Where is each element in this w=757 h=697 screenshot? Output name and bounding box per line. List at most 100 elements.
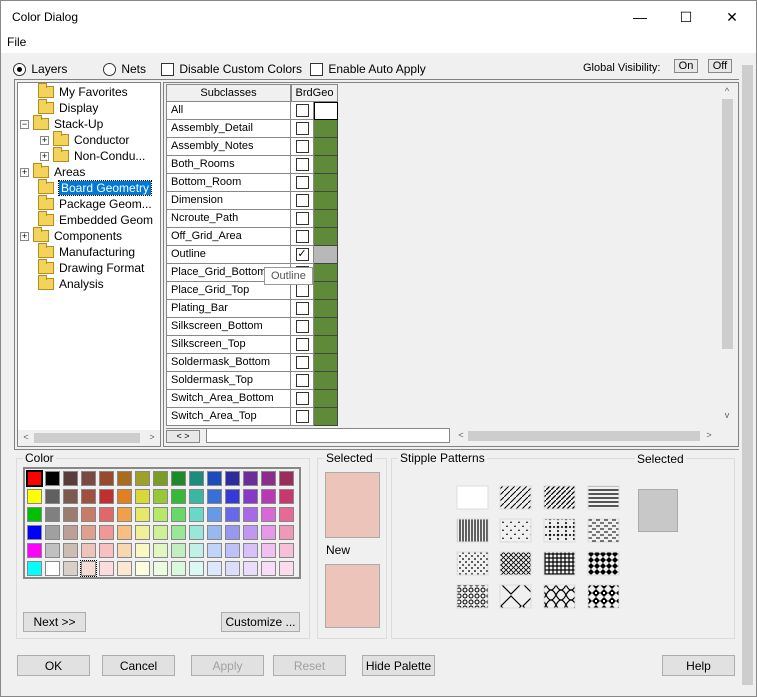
visibility-checkbox[interactable] (295, 176, 309, 189)
palette-swatch[interactable] (45, 471, 60, 486)
palette-swatch[interactable] (27, 525, 42, 540)
tree-item-stack-up[interactable]: − Stack-Up (20, 115, 103, 132)
scroll-up-icon[interactable]: ^ (722, 86, 732, 96)
next-button[interactable]: Next >> (23, 612, 86, 632)
visibility-checkbox[interactable] (295, 356, 309, 369)
subclass-name[interactable]: Off_Grid_Area (166, 228, 291, 246)
palette-swatch[interactable] (117, 561, 132, 576)
grid-vscrollbar[interactable]: ^ v (719, 84, 736, 426)
palette-swatch[interactable] (45, 543, 60, 558)
close-button[interactable]: ✕ (709, 1, 755, 33)
ok-button[interactable]: OK (17, 655, 90, 676)
grid-hscrollbar[interactable]: < > (454, 429, 718, 443)
tree-item-board-geometry[interactable]: Board Geometry (38, 179, 153, 196)
palette-swatch[interactable] (243, 471, 258, 486)
palette-swatch[interactable] (117, 507, 132, 522)
palette-swatch[interactable] (261, 507, 276, 522)
layer-color-cell[interactable] (314, 282, 338, 300)
tree-item-manufacturing[interactable]: Manufacturing (38, 243, 135, 260)
palette-swatch[interactable] (171, 561, 186, 576)
tree-item-components[interactable]: + Components (20, 227, 122, 244)
palette-swatch[interactable] (279, 507, 294, 522)
stipple-crosshatch[interactable] (499, 551, 532, 576)
tree-item-embedded-geom[interactable]: Embedded Geom (38, 211, 153, 228)
visibility-checkbox[interactable] (295, 230, 309, 243)
scroll-down-icon[interactable]: v (722, 410, 732, 420)
layer-color-cell[interactable] (314, 390, 338, 408)
palette-swatch[interactable] (189, 543, 204, 558)
palette-swatch[interactable] (207, 525, 222, 540)
subclass-name[interactable]: Silkscreen_Top (166, 336, 291, 354)
palette-swatch[interactable] (153, 525, 168, 540)
scroll-thumb[interactable] (34, 433, 140, 443)
scroll-right-icon[interactable]: > (146, 432, 158, 442)
cancel-button[interactable]: Cancel (102, 655, 175, 676)
palette-swatch[interactable] (99, 543, 114, 558)
palette-swatch[interactable] (27, 489, 42, 504)
palette-swatch[interactable] (81, 489, 96, 504)
palette-swatch[interactable] (225, 525, 240, 540)
palette-swatch[interactable] (189, 507, 204, 522)
layer-color-cell[interactable] (314, 246, 338, 264)
palette-swatch[interactable] (99, 507, 114, 522)
layer-color-cell[interactable] (314, 210, 338, 228)
visibility-checkbox[interactable] (295, 302, 309, 315)
visibility-checkbox[interactable] (295, 410, 309, 423)
palette-swatch[interactable] (135, 543, 150, 558)
visibility-checkbox[interactable] (295, 140, 309, 153)
visibility-cell[interactable] (291, 228, 314, 246)
layers-radio[interactable]: Layers (13, 62, 67, 77)
layer-color-cell[interactable] (314, 300, 338, 318)
palette-swatch[interactable] (45, 507, 60, 522)
palette-swatch[interactable] (207, 561, 222, 576)
maximize-button[interactable]: ☐ (663, 1, 709, 33)
subclass-name[interactable]: Silkscreen_Bottom (166, 318, 291, 336)
grid-header-brdgeo[interactable]: BrdGeo (291, 84, 338, 102)
stipple-triangles[interactable] (499, 518, 532, 543)
visibility-cell[interactable] (291, 174, 314, 192)
tab-nav-arrows[interactable]: < > (166, 430, 200, 443)
palette-swatch[interactable] (207, 489, 222, 504)
scroll-right-icon[interactable]: > (704, 430, 714, 440)
stipple-diag-dense[interactable] (543, 485, 576, 510)
stipple-large-diamond[interactable] (499, 584, 532, 609)
palette-swatch[interactable] (117, 543, 132, 558)
subclass-name[interactable]: Soldermask_Bottom (166, 354, 291, 372)
tree-item-conductor[interactable]: + Conductor (40, 131, 129, 148)
visibility-checkbox[interactable]: ✓ (295, 248, 309, 261)
collapse-icon[interactable]: − (20, 119, 29, 129)
palette-swatch[interactable] (189, 525, 204, 540)
hide-palette-button[interactable]: Hide Palette (362, 655, 435, 676)
stipple-mixed[interactable] (543, 518, 576, 543)
palette-swatch[interactable] (99, 489, 114, 504)
visibility-cell[interactable] (291, 354, 314, 372)
palette-swatch[interactable] (261, 561, 276, 576)
visibility-cell[interactable]: ✓ (291, 246, 314, 264)
visibility-on-button[interactable]: On (674, 59, 698, 73)
layer-color-cell[interactable] (314, 318, 338, 336)
palette-swatch[interactable] (279, 489, 294, 504)
stipple-dashes[interactable] (587, 518, 620, 543)
scroll-left-icon[interactable]: < (20, 432, 32, 442)
layer-color-cell[interactable] (314, 138, 338, 156)
layer-color-cell[interactable] (314, 408, 338, 426)
help-button[interactable]: Help (662, 655, 735, 676)
palette-swatch[interactable] (26, 470, 43, 487)
tree-item-drawing-format[interactable]: Drawing Format (38, 259, 144, 276)
palette-swatch[interactable] (207, 543, 222, 558)
layer-color-cell[interactable] (314, 156, 338, 174)
palette-swatch[interactable] (243, 525, 258, 540)
subclass-name[interactable]: Assembly_Detail (166, 120, 291, 138)
palette-swatch[interactable] (225, 543, 240, 558)
palette-swatch[interactable] (135, 561, 150, 576)
palette-swatch[interactable] (99, 561, 114, 576)
palette-swatch[interactable] (135, 489, 150, 504)
subclass-name[interactable]: Switch_Area_Top (166, 408, 291, 426)
visibility-checkbox[interactable] (295, 194, 309, 207)
subclass-name[interactable]: Dimension (166, 192, 291, 210)
subclass-name[interactable]: Switch_Area_Bottom (166, 390, 291, 408)
visibility-cell[interactable] (291, 372, 314, 390)
palette-swatch[interactable] (63, 489, 78, 504)
expand-icon[interactable]: + (40, 151, 49, 161)
palette-swatch[interactable] (80, 560, 97, 577)
